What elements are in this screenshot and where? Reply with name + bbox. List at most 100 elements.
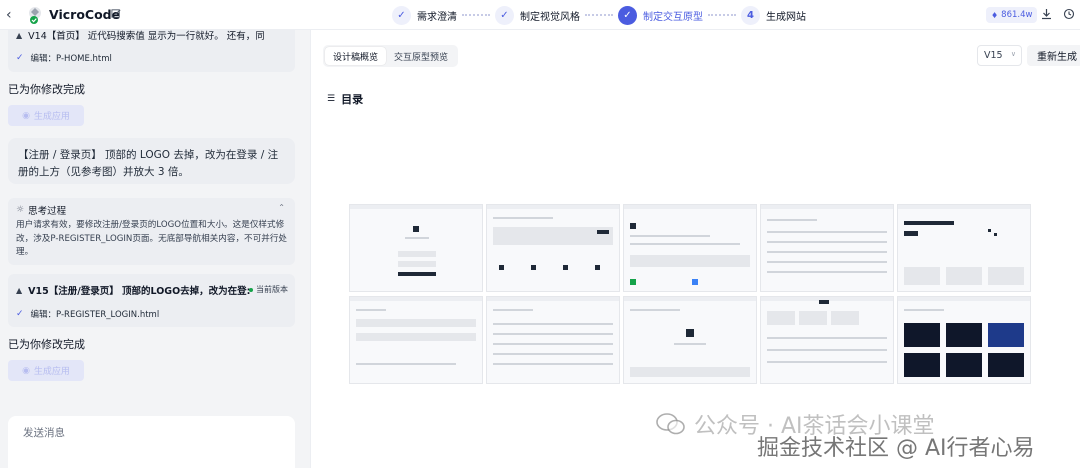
edit-file-name: 编辑：P-HOME.html	[30, 54, 112, 64]
history-icon[interactable]	[1063, 8, 1075, 20]
step-number: 4	[741, 5, 760, 25]
thumb-stat	[767, 310, 795, 325]
thumb-stat	[799, 310, 827, 325]
thumb-card	[946, 352, 982, 377]
thumb-field	[398, 261, 436, 267]
thumb-text	[356, 308, 386, 311]
thumb-dot	[988, 229, 991, 232]
step-generate-site[interactable]: 4 生成网站	[741, 4, 806, 26]
page-thumbnail[interactable]	[760, 204, 894, 292]
thumb-logo	[413, 226, 419, 232]
thumb-logo	[686, 328, 694, 337]
thumb-button	[597, 230, 609, 234]
caret-up-icon[interactable]: ▲	[16, 286, 22, 295]
button-label: 生成应用	[33, 112, 70, 122]
toc-header[interactable]: ☰ 目录	[327, 91, 363, 107]
input-placeholder: 发送消息	[23, 427, 65, 439]
thumb-card	[904, 322, 940, 347]
back-chevron-icon[interactable]: ‹	[6, 8, 16, 22]
step-requirements[interactable]: ✓ 需求澄清	[392, 4, 457, 26]
page-thumbnail[interactable]	[486, 204, 620, 292]
thumb-icon	[499, 265, 504, 270]
page-thumbnail[interactable]	[349, 204, 483, 292]
thumb-row	[493, 322, 613, 325]
app-title: VicroCode	[49, 7, 121, 22]
thumb-text	[904, 308, 944, 311]
status-dot-icon	[249, 287, 253, 292]
thumb-header	[898, 296, 1030, 301]
thumb-text	[630, 235, 710, 237]
app-logo-icon	[29, 7, 41, 24]
step-check-icon: ✓	[495, 5, 514, 25]
diamond-icon: ♦	[991, 10, 999, 20]
thumb-card	[630, 366, 750, 377]
thumb-header	[624, 205, 756, 209]
thumb-card	[988, 352, 1024, 377]
edit-icon[interactable]	[111, 8, 122, 19]
generate-app-button[interactable]: ◉ 生成应用	[8, 360, 84, 381]
thumb-row	[493, 352, 613, 355]
thumb-icon	[595, 265, 600, 270]
step-check-icon: ✓	[618, 5, 637, 25]
thumb-dot	[994, 233, 997, 236]
thumb-row	[767, 261, 887, 263]
regenerate-button[interactable]: 重新生成	[1027, 45, 1080, 66]
page-thumbnail[interactable]	[486, 295, 620, 384]
step-prototype[interactable]: ✓ 制定交互原型	[618, 4, 703, 26]
thinking-card[interactable]: ☼ 思考过程 ⌃ 用户请求有效，要修改注册/登录页的LOGO位置和大小。这是仅样…	[8, 198, 295, 265]
page-thumbnail[interactable]	[623, 295, 757, 384]
page-thumbnail[interactable]	[760, 295, 894, 384]
top-bar: ‹ VicroCode ✓ 需求澄清 ✓ 制定视觉风格 ✓ 制定交互原型 4 生…	[0, 0, 1080, 30]
page-thumbnail[interactable]	[623, 204, 757, 292]
message-input[interactable]: 发送消息	[8, 416, 295, 468]
thumb-button	[398, 272, 436, 276]
thumb-row	[767, 348, 887, 351]
credits-badge[interactable]: ♦ 861.4w	[986, 7, 1038, 23]
thumb-card	[904, 352, 940, 377]
version-select[interactable]: V15 ∨	[977, 45, 1022, 66]
thumb-row	[767, 271, 887, 273]
step-connector	[585, 14, 613, 16]
thumb-card	[904, 267, 940, 285]
thumb-header	[898, 205, 1030, 209]
thumb-card	[946, 322, 982, 347]
download-icon[interactable]	[1041, 8, 1052, 20]
thumb-row	[767, 241, 887, 243]
step-visual-style[interactable]: ✓ 制定视觉风格	[495, 4, 580, 26]
tab-design-overview[interactable]: 设计稿概览	[325, 47, 387, 65]
thumb-text	[356, 362, 456, 365]
step-connector	[708, 14, 736, 16]
thumb-row	[493, 332, 613, 335]
generate-app-button[interactable]: ◉ 生成应用	[8, 105, 84, 126]
edit-file-name: 编辑：P-REGISTER_LOGIN.html	[30, 310, 160, 320]
button-label: 生成应用	[33, 367, 70, 377]
thumb-row	[767, 336, 887, 339]
preview-panel: 设计稿概览 交互原型预览 V15 ∨ 重新生成 ☰ 目录	[310, 30, 1080, 468]
step-label: 制定交互原型	[643, 11, 703, 23]
lightbulb-icon: ☼	[16, 205, 25, 215]
thumb-text	[405, 237, 429, 239]
chevron-up-icon[interactable]: ⌃	[278, 203, 285, 212]
caret-up-icon[interactable]: ▲	[16, 31, 22, 40]
version-card-v14[interactable]: ▲ V14【首页】 近代码搜索值 显示为一行就好。 还有，同 ✓ 编辑：P-HO…	[8, 30, 295, 72]
thumb-text	[493, 308, 533, 311]
thumb-field	[356, 332, 476, 341]
thumb-row	[493, 342, 613, 345]
page-thumbnail[interactable]	[897, 295, 1031, 384]
design-thumbnail-grid	[349, 204, 1031, 384]
thumb-icon	[630, 223, 636, 229]
thumb-card	[946, 267, 982, 285]
version-card-v15[interactable]: ▲ V15【注册/登录页】 顶部的LOGO去掉，改为在登: 当前版本 ✓ 编辑：…	[8, 274, 295, 327]
thumb-text	[674, 342, 706, 345]
chat-panel: ▲ V14【首页】 近代码搜索值 显示为一行就好。 还有，同 ✓ 编辑：P-HO…	[0, 30, 306, 468]
tab-prototype-preview[interactable]: 交互原型预览	[386, 47, 456, 65]
thumb-field	[356, 318, 476, 327]
page-thumbnail[interactable]	[349, 295, 483, 384]
badge-label: 当前版本	[256, 285, 288, 294]
thumb-header	[487, 296, 619, 301]
thinking-title: 思考过程	[28, 206, 67, 217]
version-row: ▲ V15【注册/登录页】 顶部的LOGO去掉，改为在登:	[16, 283, 250, 298]
thumb-text	[493, 217, 553, 219]
step-label: 生成网站	[766, 11, 806, 23]
page-thumbnail[interactable]	[897, 204, 1031, 292]
